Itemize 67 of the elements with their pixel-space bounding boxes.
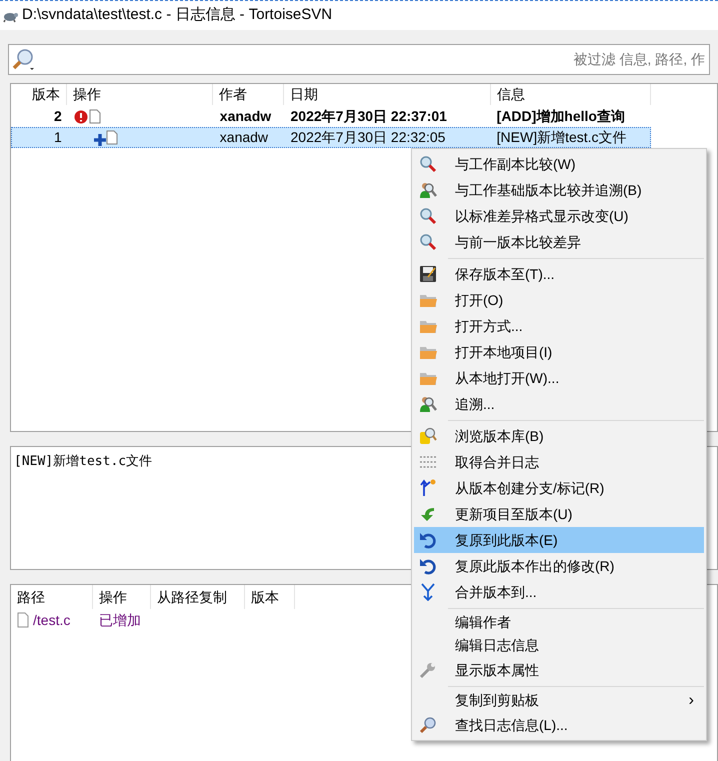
document-icon xyxy=(88,109,101,124)
author-cell-text: xanadw xyxy=(218,128,270,147)
window-title: D:\svndata\test\test.c - 日志信息 - TortoiseSVN xyxy=(22,5,332,26)
search-icon xyxy=(419,716,437,734)
log-row[interactable]: 1 xanadw 2022年7月30日 22:32:05 [NEW]新增test.c文件 xyxy=(11,127,651,148)
menu-item[interactable]: 编辑作者 xyxy=(414,611,704,634)
file-icon xyxy=(17,612,29,628)
column-header[interactable]: 操作 xyxy=(93,585,151,609)
path-cell-text: /test.c xyxy=(33,610,70,630)
menu-item[interactable]: 复制到剪贴板 › xyxy=(414,689,704,712)
column-header[interactable]: 从路径复制 xyxy=(151,585,245,609)
warning-icon xyxy=(74,110,88,124)
wrench-icon xyxy=(419,661,437,679)
menu-item[interactable]: 打开本地项目(I) xyxy=(414,339,704,365)
author-cell-text: xanadw xyxy=(218,107,272,126)
menu-item[interactable]: 追溯... xyxy=(414,391,704,417)
column-header[interactable]: 路径 xyxy=(11,585,93,609)
undo-icon xyxy=(419,531,437,549)
update-arrow-icon xyxy=(419,505,437,523)
action-cell-text: 已增加 xyxy=(98,610,142,630)
log-message: [NEW]新增test.c文件 xyxy=(14,454,152,469)
menu-item[interactable]: 合并版本到... xyxy=(414,579,704,605)
repository-icon xyxy=(419,427,437,445)
person-magnifier-icon xyxy=(419,181,437,199)
column-header[interactable]: 日期 xyxy=(284,84,491,105)
menu-item[interactable]: 从版本创建分支/标记(R) xyxy=(414,475,704,501)
menu-item[interactable]: 显示版本属性 xyxy=(414,657,704,683)
document-icon xyxy=(106,130,118,145)
log-row[interactable]: 2 xanadw 2022年7月30日 22:37:01 [ADD]增加hello查询 xyxy=(11,106,651,127)
message-cell-text: [ADD]增加hello查询 xyxy=(496,107,626,126)
column-header[interactable]: 版本 xyxy=(245,585,295,609)
revision-cell-text: 2 xyxy=(52,107,63,126)
column-header[interactable]: 信息 xyxy=(491,84,651,105)
menu-item[interactable]: 从本地打开(W)... xyxy=(414,365,704,391)
message-cell-text: [NEW]新增test.c文件 xyxy=(496,128,628,147)
submenu-arrow: › xyxy=(688,690,694,710)
column-header[interactable]: 版本 xyxy=(11,84,67,105)
menu-item[interactable]: 保存版本至(T)... xyxy=(414,261,704,287)
filter-box[interactable]: 被过滤 信息, 路径, 作 xyxy=(8,44,710,75)
menu-item[interactable]: 复原此版本作出的修改(R) xyxy=(414,553,704,579)
menu-item[interactable]: 与工作副本比较(W) xyxy=(414,151,704,177)
date-cell-text: 2022年7月30日 22:37:01 xyxy=(290,107,448,126)
undo-icon xyxy=(419,557,437,575)
column-header[interactable]: 操作 xyxy=(67,84,213,105)
magnifier-icon xyxy=(419,207,437,225)
merge-icon xyxy=(419,583,437,601)
branch-icon xyxy=(419,479,437,497)
menu-item[interactable]: 取得合并日志 xyxy=(414,449,704,475)
date-cell-text: 2022年7月30日 22:32:05 xyxy=(290,128,446,147)
menu-item[interactable]: 编辑日志信息 xyxy=(414,634,704,657)
column-header[interactable]: 作者 xyxy=(213,84,284,105)
magnifier-icon xyxy=(419,155,437,173)
filter-field[interactable]: 被过滤 信息, 路径, 作 xyxy=(36,49,705,70)
menu-item[interactable]: 与前一版本比较差异 xyxy=(414,229,704,255)
menu-item[interactable]: 打开(O) xyxy=(414,287,704,313)
menu-item[interactable]: 更新项目至版本(U) xyxy=(414,501,704,527)
menu-item[interactable]: 复原到此版本(E) xyxy=(414,527,704,553)
menu-item[interactable]: 查找日志信息(L)... xyxy=(414,712,704,738)
menu-item[interactable]: 浏览版本库(B) xyxy=(414,423,704,449)
add-icon xyxy=(94,134,106,146)
menu-item[interactable]: 以标准差异格式显示改变(U) xyxy=(414,203,704,229)
menu-item[interactable]: 打开方式... xyxy=(414,313,704,339)
search-icon xyxy=(12,48,36,72)
person-magnifier-icon xyxy=(419,395,437,413)
magnifier-icon xyxy=(419,233,437,251)
revision-cell-text: 1 xyxy=(52,128,63,147)
menu-item[interactable]: 与工作基础版本比较并追溯(B) xyxy=(414,177,704,203)
